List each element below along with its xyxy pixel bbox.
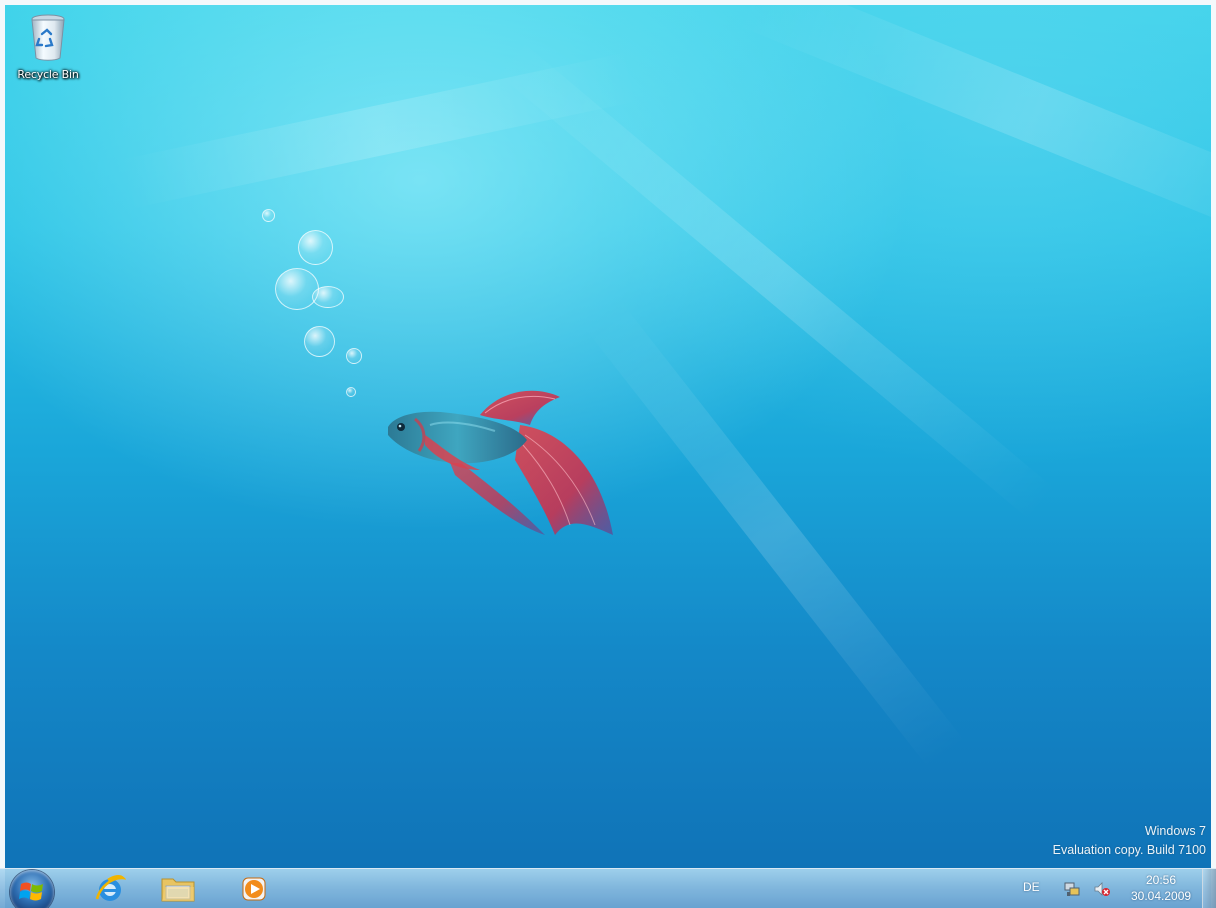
clock-date: 30.04.2009 bbox=[1131, 889, 1192, 903]
recycle-bin-icon bbox=[31, 14, 65, 61]
desktop: Recycle Bin Windows 7 Evaluation copy. B… bbox=[0, 0, 1216, 908]
betta-fish-image bbox=[388, 390, 613, 535]
desktop-icon-label: Recycle Bin bbox=[17, 68, 79, 81]
light-ray bbox=[737, 0, 1216, 258]
bubble bbox=[346, 387, 356, 397]
taskbar-windows-media-player[interactable] bbox=[224, 872, 284, 906]
evaluation-watermark: Windows 7 Evaluation copy. Build 7100 bbox=[1053, 822, 1206, 860]
language-indicator[interactable]: DE bbox=[1023, 880, 1040, 894]
show-desktop-button[interactable] bbox=[1202, 869, 1216, 908]
windows-logo-icon bbox=[19, 882, 43, 901]
notification-area: DE 20:56 30.04.2009 bbox=[1011, 869, 1216, 908]
bubble bbox=[346, 348, 362, 364]
start-button[interactable] bbox=[10, 870, 54, 908]
media-player-icon bbox=[242, 877, 266, 901]
watermark-line-1: Windows 7 bbox=[1144, 824, 1206, 838]
taskbar-internet-explorer[interactable] bbox=[80, 872, 140, 906]
bubble bbox=[262, 209, 275, 222]
bubble bbox=[304, 326, 335, 357]
bubble bbox=[312, 286, 344, 308]
taskbar: DE 20:56 30.04.2009 bbox=[0, 868, 1216, 908]
light-ray bbox=[120, 51, 640, 209]
watermark-line-2: Evaluation copy. Build 7100 bbox=[1052, 843, 1206, 857]
desktop-icon-recycle-bin[interactable]: Recycle Bin bbox=[8, 12, 88, 81]
system-clock[interactable]: 20:56 30.04.2009 bbox=[1131, 872, 1191, 904]
bubble bbox=[275, 268, 319, 310]
internet-explorer-icon bbox=[95, 874, 126, 901]
clock-time: 20:56 bbox=[1145, 873, 1177, 887]
folder-icon bbox=[161, 878, 195, 902]
network-icon[interactable] bbox=[1063, 880, 1081, 898]
taskbar-windows-explorer[interactable] bbox=[148, 872, 208, 906]
bubble bbox=[298, 230, 333, 265]
volume-muted-icon[interactable] bbox=[1093, 880, 1111, 898]
light-ray bbox=[584, 300, 965, 769]
